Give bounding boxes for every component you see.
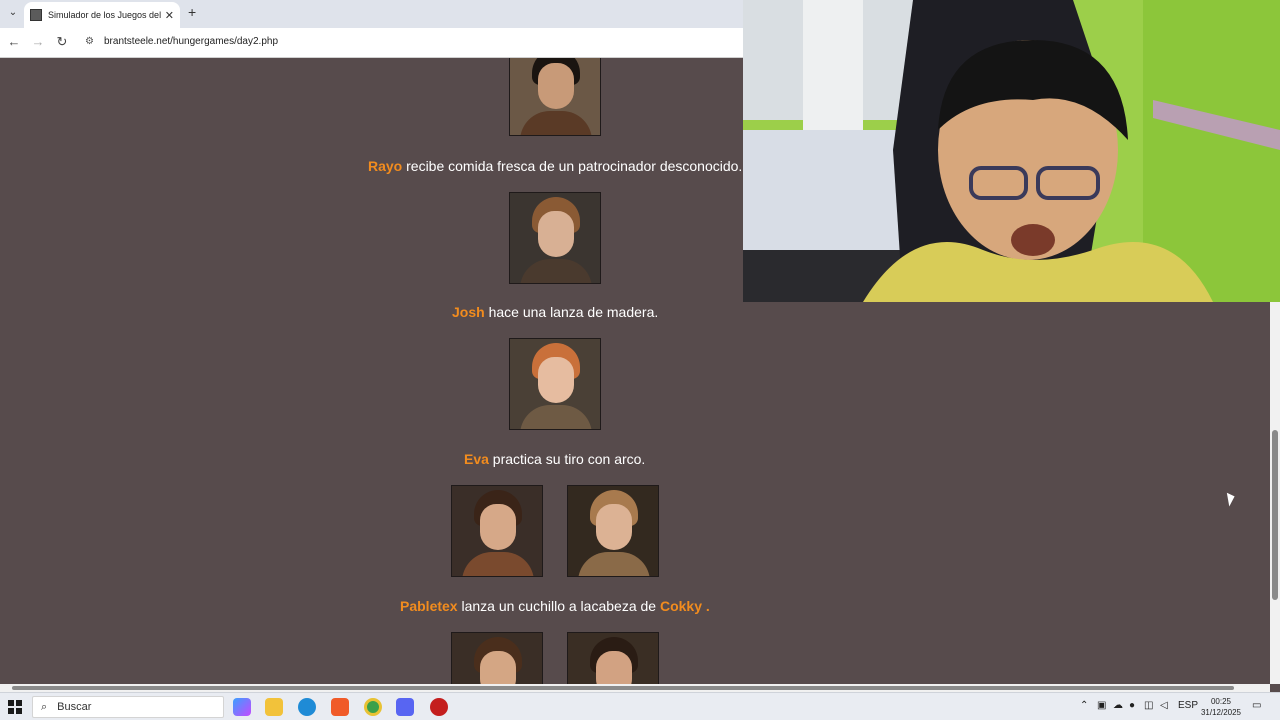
tribute-portrait [451,485,543,577]
chevron-up-icon[interactable]: ⌃ [1080,700,1088,711]
file-explorer-icon[interactable] [265,698,283,716]
taskbar: ⌕ Buscar ⌃ ▣ ☁ ● ◫ ◁ ESP 00:25 31/12/202… [0,692,1280,720]
event-text: Josh hace una lanza de madera. [452,304,658,320]
search-placeholder: Buscar [57,701,92,713]
close-tab-icon[interactable]: ✕ [165,9,174,22]
network-icon[interactable]: ▣ [1097,700,1106,711]
tribute-portrait [567,632,659,684]
site-info-icon[interactable]: ⚙ [85,36,94,47]
event-text: Eva practica su tiro con arco. [464,451,645,467]
cloud-icon[interactable]: ☁ [1113,700,1123,711]
tribute-name: Pabletex [400,598,458,614]
search-icon: ⌕ [41,700,48,713]
event-text: Pabletex lanza un cuchillo a lacabeza de… [400,598,710,614]
back-icon[interactable]: ← [6,34,22,50]
clock[interactable]: 00:25 31/12/2025 [1198,696,1244,718]
app-icon[interactable] [430,698,448,716]
notification-icon[interactable]: ▭ [1252,700,1261,711]
event-description: practica su tiro con arco. [488,451,646,467]
tribute-name: Cokky [659,598,702,614]
scrollbar-thumb[interactable] [12,686,1234,690]
tribute-portrait [509,338,601,430]
volume-icon[interactable]: ◁ [1160,700,1168,711]
webcam-overlay [743,0,1280,302]
event-description: lanza un cuchillo a lacabeza de [457,598,660,614]
favicon-icon [30,9,42,21]
event-description: hace una lanza de madera. [484,304,659,320]
tab-search-icon[interactable]: ⌄ [4,4,22,22]
wifi-icon[interactable]: ◫ [1144,700,1153,711]
browser-tab[interactable]: Simulador de los Juegos del Ha ✕ [24,2,180,28]
windows-start-icon[interactable] [8,700,22,714]
horizontal-scrollbar[interactable] [0,684,1270,692]
new-tab-icon[interactable]: + [188,4,202,22]
forward-icon[interactable]: → [30,34,46,50]
event-text: Rayo recibe comida fresca de un patrocin… [368,158,742,174]
tribute-portrait [509,58,601,136]
language-indicator[interactable]: ESP [1178,700,1198,711]
time-text: 00:25 [1210,697,1232,706]
tribute-portrait [509,192,601,284]
copilot-icon[interactable] [233,698,251,716]
webcam-feed-image [743,0,1280,302]
tribute-name: Josh [452,304,485,320]
reload-icon[interactable]: ↻ [54,34,70,50]
tribute-portrait [567,485,659,577]
search-box[interactable]: ⌕ Buscar [32,696,224,718]
date-text: 31/12/2025 [1200,708,1242,717]
event-description: recibe comida fresca de un patrocinador … [402,158,743,174]
vertical-scrollbar[interactable] [1270,300,1280,684]
address-bar[interactable]: brantsteele.net/hungergames/day2.php [104,36,278,47]
microphone-icon[interactable]: ● [1129,700,1135,711]
event-description: . [701,598,710,614]
brave-icon[interactable] [331,698,349,716]
tribute-name: Rayo [368,158,403,174]
tab-title: Simulador de los Juegos del Ha [48,10,161,20]
edge-icon[interactable] [298,698,316,716]
discord-icon[interactable] [396,698,414,716]
chrome-icon[interactable] [364,698,382,716]
tribute-portrait [451,632,543,684]
scrollbar-thumb[interactable] [1272,430,1278,600]
tribute-name: Eva [464,451,489,467]
